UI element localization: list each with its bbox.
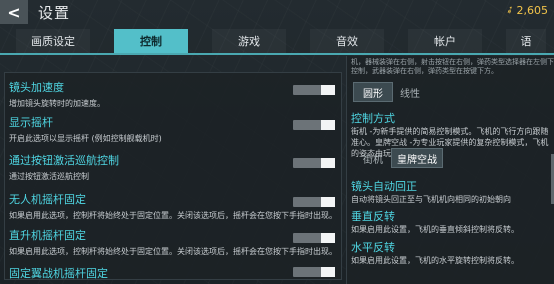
tab-sound[interactable]: 音效 (310, 29, 384, 53)
tab-language[interactable]: 语 (506, 29, 546, 53)
setting-label: 显示摇杆 (9, 116, 53, 129)
setting-fixed-wing-joystick-fixed: 固定翼战机摇杆固定 (9, 265, 339, 280)
setting-label: 镜头加速度 (9, 81, 64, 94)
control-mode-selector: 街机 皇牌空战 (355, 148, 443, 168)
control-mode-ace-combat[interactable]: 皇牌空战 (391, 148, 443, 168)
tab-graphics[interactable]: 画质设定 (16, 29, 90, 53)
feather-icon: ➶ (504, 3, 517, 18)
tab-game[interactable]: 游戏 (212, 29, 286, 53)
currency-display: ➶ 2,605 (504, 3, 549, 18)
horizontal-invert-desc: 如果启用此设置，飞机的水平旋转控制将反转。 (351, 256, 519, 265)
top-bar: < 设置 ➶ 2,605 (0, 0, 554, 24)
layout-desc-line-2: 控制，武器装弹在右侧，弹药类型在按键下方。 (351, 67, 498, 75)
page-title: 设置 (38, 4, 71, 22)
tab-controls[interactable]: 控制 (114, 29, 188, 53)
settings-tabs: 画质设定 控制 游戏 音效 帐户 语 (0, 29, 554, 53)
tab-account[interactable]: 帐户 (408, 29, 482, 53)
setting-show-joystick: 显示摇杆 开启此选项以显示摇杆 (例如控制舰载机时) (9, 114, 339, 144)
auto-return-label: 镜头自动回正 (351, 180, 417, 193)
setting-drone-joystick-fixed: 无人机摇杆固定 如果启用此选项，控制杆将始终处于固定位置。关闭该选项后，摇杆会在… (9, 191, 339, 221)
camera-acceleration-toggle[interactable] (293, 85, 335, 95)
setting-desc: 如果启用此选项，控制杆将始终处于固定位置。关闭该选项后，摇杆会在您按下手指时出现… (9, 211, 337, 220)
left-settings-panel[interactable]: 镜头加速度 增加镜头旋转时的加速度。 显示摇杆 开启此选项以显示摇杆 (例如控制… (4, 72, 342, 280)
control-mode-label: 控制方式 (351, 112, 395, 125)
setting-desc: 通过按钮激活巡航控制 (9, 172, 89, 181)
setting-desc: 如果启用此选项，控制杆将始终处于固定位置。关闭该选项后，摇杆会在您按下手指时出现… (9, 247, 337, 256)
setting-desc: 增加镜头旋转时的加速度。 (9, 99, 105, 108)
setting-desc: 开启此选项以显示摇杆 (例如控制舰载机时) (9, 134, 162, 143)
layout-option-linear[interactable]: 线性 (393, 82, 427, 102)
setting-label: 通过按钮激活巡航控制 (9, 154, 119, 167)
coin-value: 2,605 (516, 4, 549, 17)
setting-label: 无人机摇杆固定 (9, 193, 86, 206)
layout-selector: 圆形 线性 (353, 82, 427, 102)
back-button[interactable]: < (0, 0, 28, 24)
right-settings-panel[interactable]: 机，器械装弹在右侧，射击按钮在右侧，弹药类型选择器在左侧下方。 控制，武器装弹在… (346, 56, 554, 284)
toggle-knob (321, 120, 335, 130)
setting-cruise-control: 通过按钮激活巡航控制 通过按钮激活巡航控制 (9, 152, 339, 182)
layout-description: 机，器械装弹在右侧，射击按钮在右侧，弹药类型选择器在左侧下方。 控制，武器装弹在… (351, 58, 554, 76)
auto-return-desc: 自动将镜头回正至与飞机机向相同的初始朝向 (351, 195, 511, 204)
drone-joystick-toggle[interactable] (293, 197, 335, 207)
layout-option-circle[interactable]: 圆形 (353, 82, 393, 102)
show-joystick-toggle[interactable] (293, 120, 335, 130)
toggle-knob (321, 233, 335, 243)
setting-helicopter-joystick-fixed: 直升机摇杆固定 如果启用此选项，控制杆将始终处于固定位置。关闭该选项后，摇杆会在… (9, 227, 339, 257)
vertical-invert-desc: 如果启用此设置，飞机的垂直倾斜控制将反转。 (351, 225, 519, 234)
toggle-knob (321, 267, 335, 277)
vertical-invert-label: 垂直反转 (351, 210, 395, 223)
control-mode-arcade[interactable]: 街机 (355, 148, 391, 168)
horizontal-invert-label: 水平反转 (351, 241, 395, 254)
setting-label: 固定翼战机摇杆固定 (9, 267, 108, 280)
layout-desc-line-1: 机，器械装弹在右侧，射击按钮在右侧，弹药类型选择器在左侧下方。 (351, 58, 554, 66)
toggle-knob (321, 158, 335, 168)
cruise-control-toggle[interactable] (293, 158, 335, 168)
fixed-wing-joystick-toggle[interactable] (293, 267, 335, 277)
setting-camera-acceleration: 镜头加速度 增加镜头旋转时的加速度。 (9, 79, 339, 109)
tabs-underline (0, 53, 554, 55)
toggle-knob (321, 197, 335, 207)
toggle-knob (321, 85, 335, 95)
helicopter-joystick-toggle[interactable] (293, 233, 335, 243)
setting-label: 直升机摇杆固定 (9, 229, 86, 242)
